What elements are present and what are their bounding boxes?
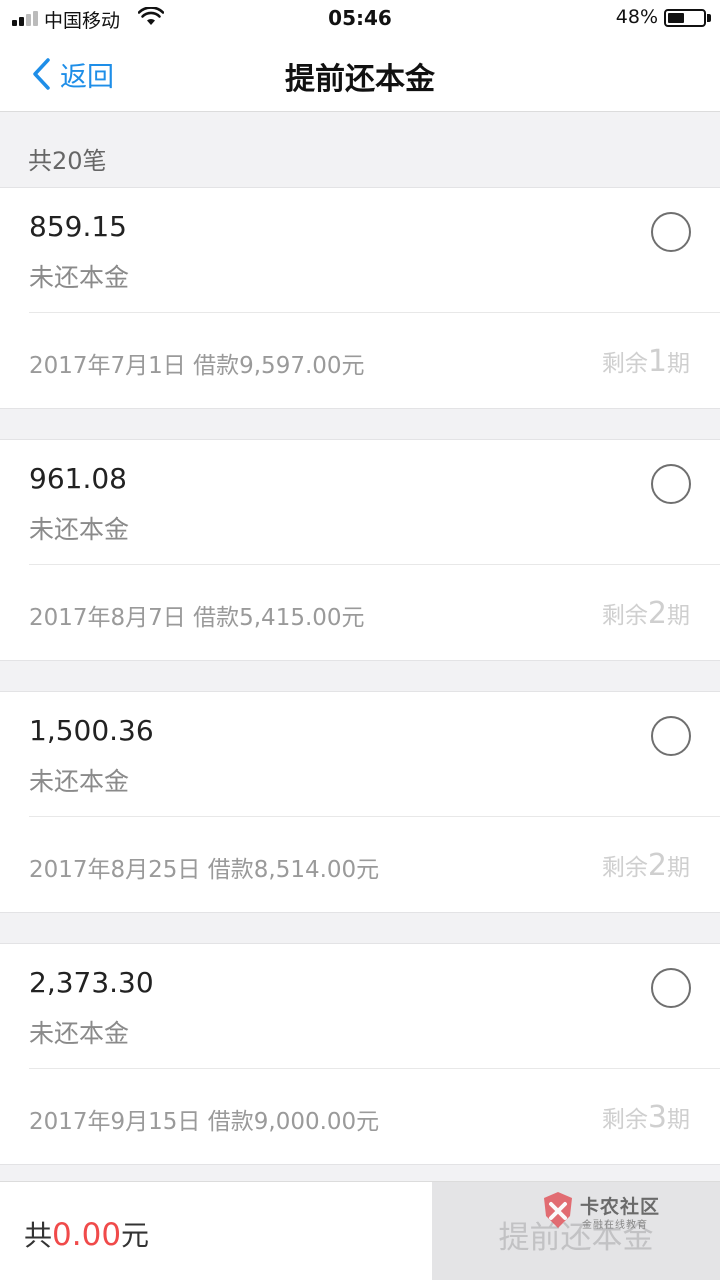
- divider: [29, 564, 720, 565]
- remaining-count: 2: [647, 596, 667, 631]
- battery-icon: [664, 9, 706, 27]
- status-time: 05:46: [328, 6, 392, 30]
- loan-date-and-amount: 2017年7月1日 借款9,597.00元: [29, 353, 365, 379]
- remaining-suffix: 期: [667, 855, 690, 881]
- outstanding-principal-label: 未还本金: [29, 263, 130, 292]
- divider: [29, 312, 720, 313]
- battery-level-fill: [668, 13, 684, 23]
- battery-percent: 48%: [615, 6, 658, 28]
- watermark-logo: 卡农社区 金融在线教育: [538, 1188, 662, 1236]
- outstanding-principal-amount: 2,373.30: [29, 966, 154, 999]
- remaining-prefix: 剩余: [601, 603, 648, 629]
- watermark-title: 卡农社区: [580, 1196, 661, 1218]
- outstanding-principal-label: 未还本金: [29, 515, 130, 544]
- total-summary: 共0.00元: [24, 1214, 149, 1254]
- loan-card[interactable]: 859.15 未还本金 2017年7月1日 借款9,597.00元 剩余1期: [0, 187, 720, 409]
- remaining-suffix: 期: [667, 1107, 690, 1133]
- remaining-suffix: 期: [667, 351, 690, 377]
- remaining-count: 1: [647, 344, 667, 379]
- navigation-bar: 返回 提前还本金: [0, 36, 720, 112]
- page-title: 提前还本金: [285, 62, 435, 97]
- outstanding-principal-amount: 1,500.36: [29, 714, 154, 747]
- divider: [29, 1068, 720, 1069]
- remaining-periods: 剩余3期: [602, 1100, 690, 1135]
- loan-date-and-amount: 2017年9月15日 借款9,000.00元: [29, 1109, 380, 1135]
- total-suffix: 元: [121, 1219, 150, 1252]
- remaining-count: 3: [647, 1100, 667, 1135]
- select-radio-button[interactable]: [651, 464, 691, 504]
- remaining-periods: 剩余2期: [602, 596, 690, 631]
- remaining-prefix: 剩余: [601, 1107, 648, 1133]
- divider: [29, 816, 720, 817]
- outstanding-principal-amount: 961.08: [29, 462, 127, 495]
- loan-date-and-amount: 2017年8月25日 借款8,514.00元: [29, 857, 380, 883]
- loan-card[interactable]: 1,500.36 未还本金 2017年8月25日 借款8,514.00元 剩余2…: [0, 691, 720, 913]
- outstanding-principal-label: 未还本金: [29, 767, 130, 796]
- outstanding-principal-amount: 859.15: [29, 210, 127, 243]
- select-radio-button[interactable]: [651, 968, 691, 1008]
- count-header: 共20笔: [0, 113, 720, 187]
- watermark-emblem-icon: [544, 1192, 572, 1228]
- remaining-periods: 剩余2期: [602, 848, 690, 883]
- watermark-subtitle: 金融在线教育: [582, 1220, 648, 1231]
- remaining-prefix: 剩余: [601, 855, 648, 881]
- select-radio-button[interactable]: [651, 716, 691, 756]
- select-radio-button[interactable]: [651, 212, 691, 252]
- total-amount: 0.00: [52, 1217, 122, 1253]
- loan-card[interactable]: 961.08 未还本金 2017年8月7日 借款5,415.00元 剩余2期: [0, 439, 720, 661]
- loan-count: 共20笔: [28, 147, 107, 175]
- remaining-suffix: 期: [667, 603, 690, 629]
- status-bar: 中国移动 05:46 48%: [0, 0, 720, 36]
- remaining-periods: 剩余1期: [602, 344, 690, 379]
- loan-card[interactable]: 2,373.30 未还本金 2017年9月15日 借款9,000.00元 剩余3…: [0, 943, 720, 1165]
- remaining-prefix: 剩余: [601, 351, 648, 377]
- remaining-count: 2: [647, 848, 667, 883]
- outstanding-principal-label: 未还本金: [29, 1019, 130, 1048]
- loan-date-and-amount: 2017年8月7日 借款5,415.00元: [29, 605, 365, 631]
- total-prefix: 共: [24, 1219, 53, 1252]
- battery-cap: [707, 14, 711, 22]
